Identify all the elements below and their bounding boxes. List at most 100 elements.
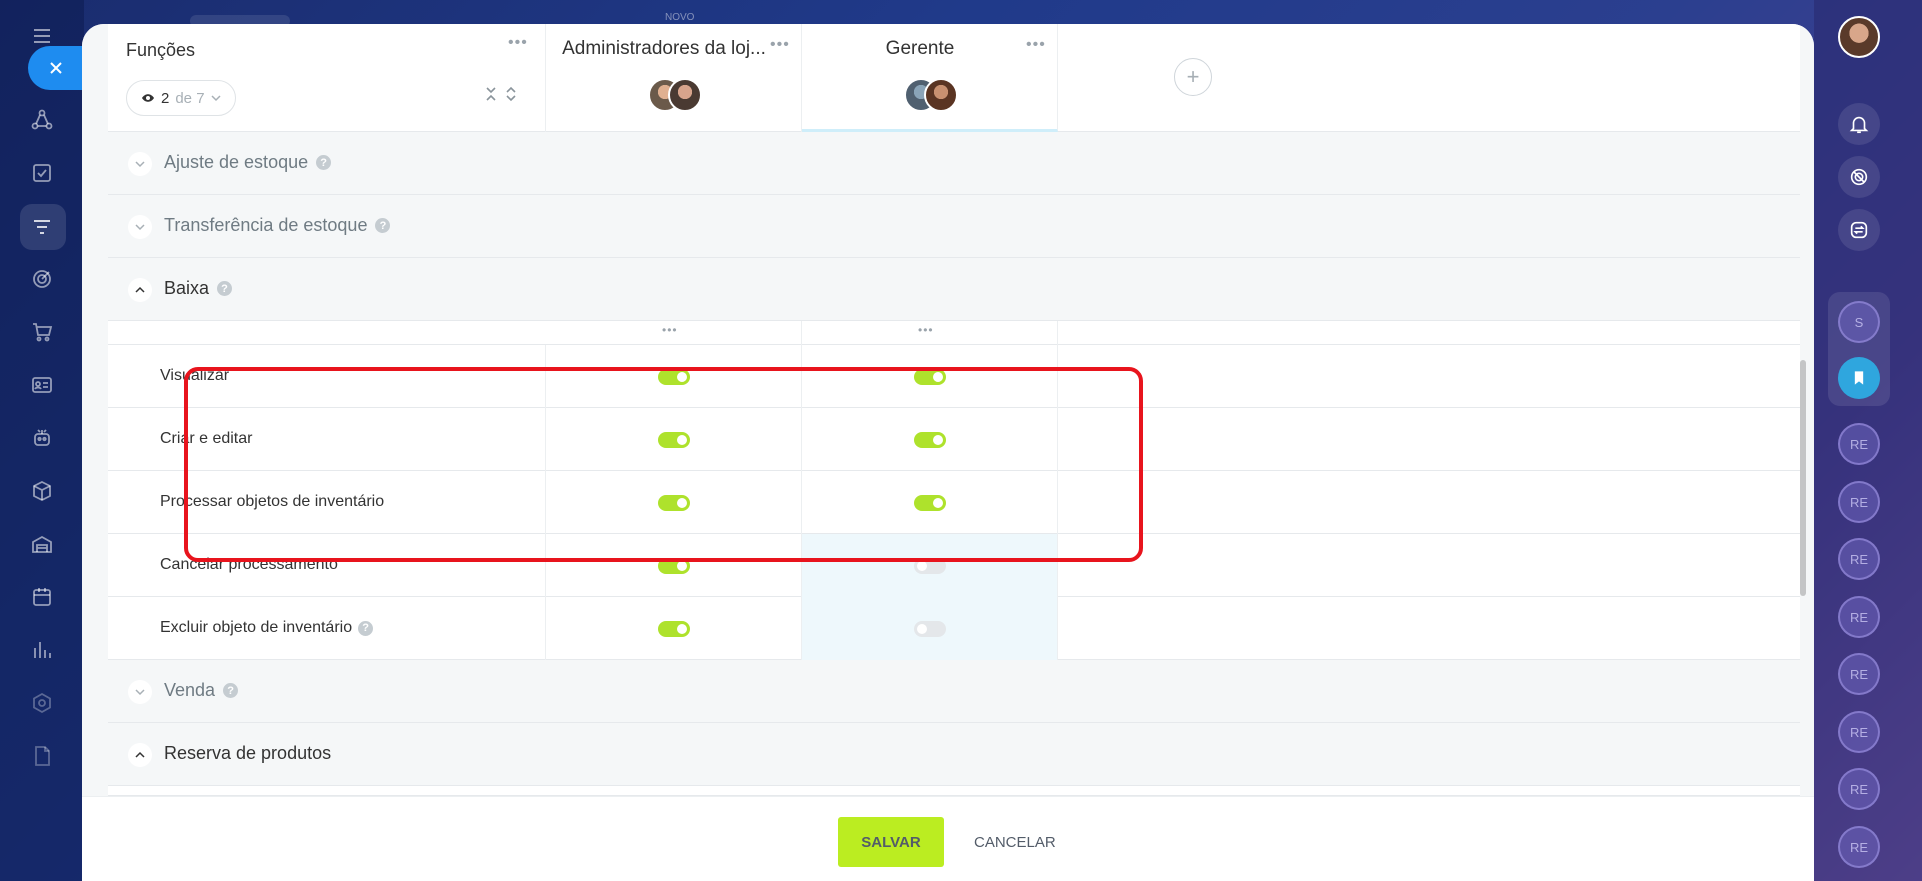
more-icon[interactable]: ••• — [662, 324, 678, 336]
help-icon[interactable]: ? — [316, 155, 332, 170]
section-row[interactable]: Ajuste de estoque ? — [108, 132, 1800, 195]
permission-toggle[interactable] — [914, 558, 946, 574]
target-icon[interactable] — [1838, 156, 1880, 198]
functions-header: Funções ••• 2 de 7 — [108, 24, 546, 132]
help-icon[interactable]: ? — [375, 218, 391, 233]
footer-bar: SALVAR CANCELAR — [82, 796, 1814, 881]
functions-title: Funções — [126, 40, 196, 60]
chart-icon[interactable] — [26, 634, 58, 666]
chevron-down-icon[interactable] — [128, 215, 152, 239]
box-icon[interactable] — [26, 475, 58, 507]
section-label: Transferência de estoque ? — [164, 215, 391, 236]
warehouse-icon[interactable] — [26, 528, 58, 560]
section-label: Reserva de produtos — [164, 743, 331, 764]
section-title: Ajuste de estoque — [164, 152, 309, 172]
permission-toggle[interactable] — [914, 495, 946, 511]
chevron-down-icon[interactable] — [128, 152, 152, 176]
permission-label: Cancelar processamento — [160, 556, 338, 574]
left-sidebar — [0, 0, 84, 881]
chat-chip-re[interactable]: RE — [1838, 768, 1880, 810]
cart-icon[interactable] — [26, 316, 58, 348]
visible-total: de 7 — [175, 89, 205, 107]
permission-label-cell: Processar objetos de inventário — [108, 471, 546, 534]
permission-text: Visualizar — [160, 367, 230, 384]
visible-roles-selector[interactable]: 2 de 7 — [126, 80, 236, 116]
help-icon[interactable]: ? — [217, 281, 233, 296]
permission-toggle[interactable] — [914, 369, 946, 385]
chat-chip-re[interactable]: RE — [1838, 538, 1880, 580]
chat-chip-re[interactable]: RE — [1838, 826, 1880, 868]
contact-card-icon[interactable] — [26, 369, 58, 401]
help-icon[interactable]: ? — [358, 620, 374, 636]
permissions-panel: Funções ••• 2 de 7 Administradores da lo… — [82, 24, 1814, 881]
permission-toggle[interactable] — [914, 621, 946, 637]
column-options-cell: ••• — [546, 321, 802, 345]
toggle-cell — [546, 471, 802, 534]
cancel-button[interactable]: CANCELAR — [962, 817, 1068, 867]
permission-toggle[interactable] — [658, 495, 690, 511]
section-row[interactable]: Venda ? — [108, 660, 1800, 723]
chat-chip-re[interactable]: RE — [1838, 596, 1880, 638]
chat-chip-re[interactable]: RE — [1838, 423, 1880, 465]
bookmark-button[interactable] — [1838, 357, 1880, 399]
permission-toggle[interactable] — [658, 621, 690, 637]
calendar-icon[interactable] — [26, 581, 58, 613]
chevron-down-icon — [211, 95, 221, 102]
collapse-expand-controls — [484, 86, 518, 102]
robot-icon[interactable] — [26, 422, 58, 454]
table-row — [108, 786, 1800, 796]
permission-toggle[interactable] — [914, 432, 946, 448]
chat-chip-re[interactable]: RE — [1838, 481, 1880, 523]
permission-text: Processar objetos de inventário — [160, 493, 385, 510]
permissions-table: Funções ••• 2 de 7 Administradores da lo… — [108, 24, 1800, 796]
chevron-up-icon[interactable] — [128, 278, 152, 302]
chat-chip-re[interactable]: RE — [1838, 653, 1880, 695]
more-icon[interactable]: ••• — [770, 37, 790, 53]
toggle-cell — [802, 534, 1058, 597]
chat-chip-s[interactable]: S — [1838, 301, 1880, 343]
eye-icon — [142, 94, 154, 102]
section-row[interactable]: Transferência de estoque ? — [108, 195, 1800, 258]
settings-icon[interactable] — [26, 687, 58, 719]
bell-icon[interactable] — [1838, 103, 1880, 145]
expand-all-icon[interactable] — [504, 86, 518, 102]
permission-label-cell: Criar e editar — [108, 408, 546, 471]
avatar — [668, 78, 702, 112]
target-icon[interactable] — [26, 263, 58, 295]
section-row[interactable]: Reserva de produtos — [108, 723, 1800, 786]
permission-label: Processar objetos de inventário — [160, 493, 384, 511]
permission-toggle[interactable] — [658, 369, 690, 385]
scrollbar[interactable] — [1800, 360, 1806, 596]
document-icon[interactable] — [26, 740, 58, 772]
section-label: Baixa ? — [164, 278, 233, 299]
task-icon[interactable] — [26, 157, 58, 189]
toggle-cell — [546, 345, 802, 408]
funnel-icon[interactable] — [26, 211, 58, 243]
permission-toggle[interactable] — [658, 558, 690, 574]
add-role-button[interactable]: + — [1174, 58, 1212, 96]
table-row: Cancelar processamento — [108, 534, 1800, 597]
more-icon[interactable]: ••• — [1026, 37, 1046, 53]
permission-toggle[interactable] — [658, 432, 690, 448]
sitemap-icon[interactable] — [26, 104, 58, 136]
permission-text: Criar e editar — [160, 430, 253, 447]
more-icon[interactable]: ••• — [918, 324, 934, 336]
permissions-scroll-area: Funções ••• 2 de 7 Administradores da lo… — [82, 24, 1814, 796]
close-button[interactable] — [28, 46, 88, 90]
save-button[interactable]: SALVAR — [838, 817, 944, 867]
chevron-down-icon[interactable] — [128, 680, 152, 704]
toggle-cell — [802, 408, 1058, 471]
section-row[interactable]: Baixa ? — [108, 258, 1800, 321]
sync-icon[interactable] — [1838, 209, 1880, 251]
help-icon[interactable]: ? — [223, 683, 239, 698]
collapse-all-icon[interactable] — [484, 86, 498, 102]
role-title-admin: Administradores da loj... — [562, 38, 766, 59]
more-icon[interactable]: ••• — [508, 35, 528, 51]
role-column-gerente: Gerente ••• — [802, 24, 1058, 132]
user-avatar[interactable] — [1838, 16, 1880, 58]
chevron-up-icon[interactable] — [128, 743, 152, 767]
chat-chip-re[interactable]: RE — [1838, 711, 1880, 753]
section-title: Reserva de produtos — [164, 743, 332, 763]
table-row: Excluir objeto de inventário ? — [108, 597, 1800, 660]
role-avatars-gerente — [902, 78, 958, 114]
